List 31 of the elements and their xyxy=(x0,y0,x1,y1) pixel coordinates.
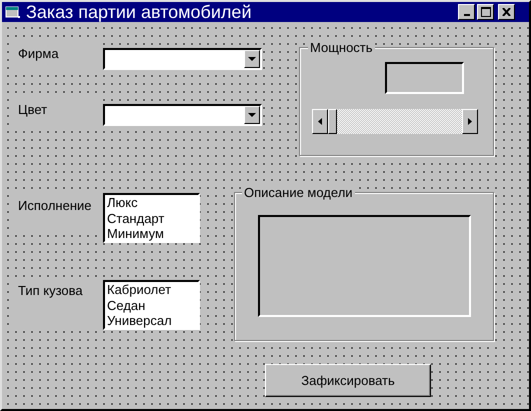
submit-button[interactable]: Зафиксировать xyxy=(265,364,431,397)
form-icon xyxy=(5,5,21,19)
right-arrow-icon xyxy=(468,118,472,125)
list-item[interactable]: Стандарт xyxy=(107,210,196,226)
list-item[interactable]: Люкс xyxy=(107,195,196,210)
scroll-left-button[interactable] xyxy=(312,109,328,134)
text-area[interactable] xyxy=(258,215,471,317)
list-item[interactable]: Седан xyxy=(107,298,196,313)
scroll-right-button[interactable] xyxy=(462,109,478,134)
field-label: Цвет xyxy=(15,98,97,126)
list-item[interactable]: Минимум xyxy=(107,226,196,241)
list-item[interactable]: Кабриолет xyxy=(107,282,196,298)
text-field[interactable] xyxy=(385,62,464,94)
frame-title: Описание модели xyxy=(242,185,355,200)
frame-title: Мощность xyxy=(308,40,375,55)
maximize-button[interactable] xyxy=(477,4,494,20)
close-icon xyxy=(502,8,511,16)
dropdown-field[interactable] xyxy=(103,104,262,126)
close-button[interactable] xyxy=(498,4,515,20)
list-box[interactable]: Люкс Стандарт Минимум xyxy=(103,193,200,243)
dropdown-field[interactable] xyxy=(103,48,262,70)
field-label: Исполнение xyxy=(15,194,97,230)
window-title: Заказ партии автомобилей xyxy=(26,2,252,22)
list-box[interactable]: Кабриолет Седан Универсал xyxy=(103,280,200,330)
scroll-thumb[interactable] xyxy=(328,109,337,134)
field-label: Фирма xyxy=(15,42,97,70)
left-arrow-icon xyxy=(318,118,322,125)
horizontal-scrollbar[interactable] xyxy=(312,109,478,134)
maximize-icon xyxy=(480,7,490,17)
minimize-button[interactable] xyxy=(458,4,475,20)
list-item[interactable]: Универсал xyxy=(107,313,196,328)
